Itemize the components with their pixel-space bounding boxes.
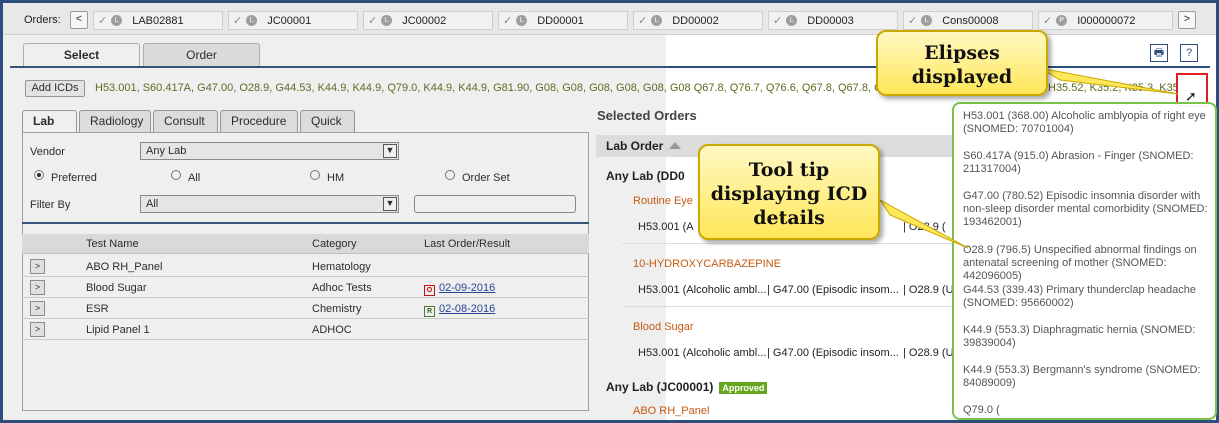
callout-ellipses: Elipses displayed xyxy=(876,30,1048,96)
callout-pointer xyxy=(1039,67,1179,95)
callout-pointer xyxy=(879,199,969,249)
callout-tooltip: Tool tip displaying ICD details xyxy=(698,144,880,240)
